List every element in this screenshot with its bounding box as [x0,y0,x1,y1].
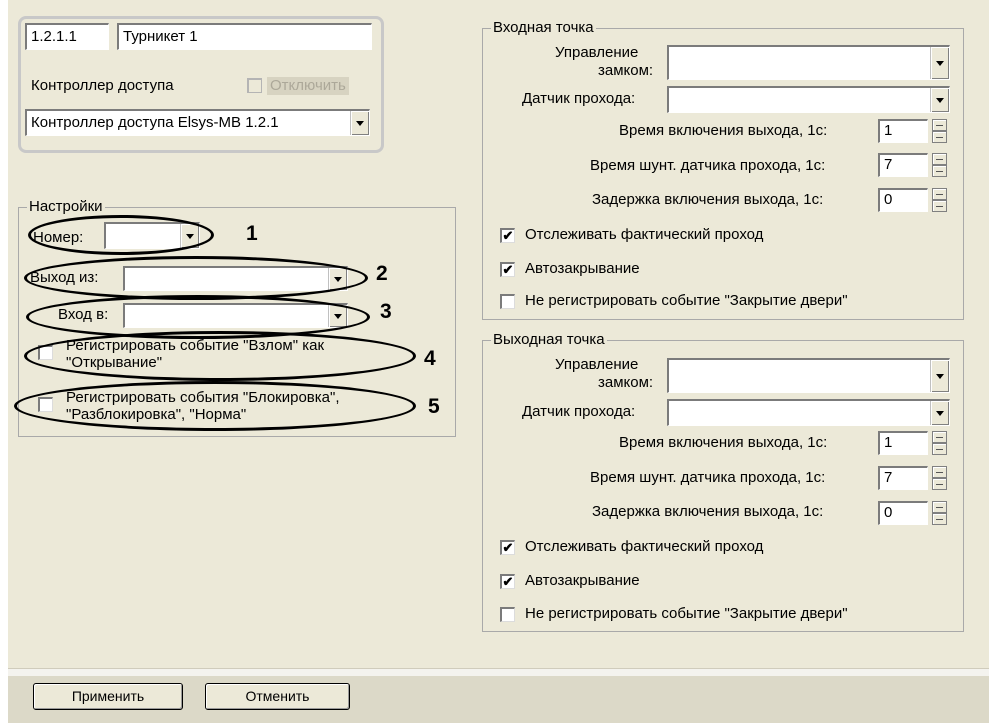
entry-lock-label-1: Управление [555,44,639,61]
annotation-ellipse-5 [14,381,416,431]
exit-sensor-label: Датчик прохода: [522,403,636,420]
exit-lock-label-2: замком: [598,374,654,391]
exit-autoclose-checkbox[interactable]: ✔ [500,574,515,589]
annotation-number-5: 5 [428,395,440,418]
entry-delay-stepper[interactable] [932,188,947,212]
entry-output-time-label: Время включения выхода, 1с: [619,122,828,139]
entry-delay-input[interactable]: 0 [878,188,928,212]
chevron-down-icon[interactable] [350,111,369,135]
entry-shunt-time-label: Время шунт. датчика прохода, 1с: [590,157,826,174]
entry-track-checkbox[interactable]: ✔ [500,228,515,243]
id-field[interactable]: 1.2.1.1 [25,23,109,50]
entry-lock-label-2: замком: [598,62,654,79]
controller-label: Контроллер доступа [31,77,174,94]
entry-sensor-select[interactable] [667,86,950,113]
exit-delay-label: Задержка включения выхода, 1с: [592,503,824,520]
exit-delay-stepper[interactable] [932,501,947,525]
apply-button[interactable]: Применить [33,683,183,710]
name-field[interactable]: Турникет 1 [117,23,372,50]
entry-shunt-time-stepper[interactable] [932,153,947,177]
exit-delay-input[interactable]: 0 [878,501,928,525]
annotation-number-3: 3 [380,300,392,323]
exit-lock-label-1: Управление [555,356,639,373]
object-card: 1.2.1.1 Турникет 1 Контроллер доступа От… [18,16,384,153]
exit-no-reg-label: Не регистрировать событие "Закрытие двер… [525,605,848,622]
entry-lock-select[interactable] [667,45,950,80]
annotation-ellipse-2 [24,256,368,300]
entry-track-label: Отслеживать фактический проход [525,226,764,243]
exit-lock-select[interactable] [667,358,950,393]
exit-output-time-stepper[interactable] [932,431,947,455]
exit-no-reg-checkbox[interactable] [500,607,515,622]
entry-shunt-time-input[interactable]: 7 [878,153,928,177]
annotation-number-4: 4 [424,347,436,370]
exit-autoclose-label: Автозакрывание [525,572,640,589]
controller-select[interactable]: Контроллер доступа Elsys-MB 1.2.1 [25,109,370,136]
entry-autoclose-label: Автозакрывание [525,260,640,277]
settings-group-title: Настройки [27,198,105,216]
exit-track-checkbox[interactable]: ✔ [500,540,515,555]
entry-no-reg-label: Не регистрировать событие "Закрытие двер… [525,292,848,309]
cancel-button[interactable]: Отменить [205,683,350,710]
chevron-down-icon[interactable] [930,88,949,112]
entry-output-time-input[interactable]: 1 [878,119,928,143]
entry-delay-label: Задержка включения выхода, 1с: [592,191,824,208]
exit-sensor-select[interactable] [667,399,950,426]
exit-shunt-time-input[interactable]: 7 [878,466,928,490]
disable-label: Отключить [267,77,349,95]
exit-shunt-time-stepper[interactable] [932,466,947,490]
entry-point-title: Входная точка [491,19,596,37]
entry-sensor-label: Датчик прохода: [522,90,636,107]
annotation-number-2: 2 [376,262,388,285]
exit-track-label: Отслеживать фактический проход [525,538,764,555]
disable-checkbox[interactable] [247,78,262,93]
exit-shunt-time-label: Время шунт. датчика прохода, 1с: [590,469,826,486]
bottom-separator [8,668,989,676]
exit-point-title: Выходная точка [491,331,607,349]
entry-no-reg-checkbox[interactable] [500,294,515,309]
exit-output-time-input[interactable]: 1 [878,431,928,455]
chevron-down-icon[interactable] [930,401,949,425]
entry-output-time-stepper[interactable] [932,119,947,143]
controller-select-value: Контроллер доступа Elsys-MB 1.2.1 [31,114,279,131]
chevron-down-icon[interactable] [930,47,949,79]
chevron-down-icon[interactable] [930,360,949,392]
annotation-ellipse-4 [24,331,416,381]
exit-output-time-label: Время включения выхода, 1с: [619,434,828,451]
top-strip [0,0,8,723]
annotation-ellipse-1 [28,215,214,255]
annotation-number-1: 1 [246,222,258,245]
entry-autoclose-checkbox[interactable]: ✔ [500,262,515,277]
